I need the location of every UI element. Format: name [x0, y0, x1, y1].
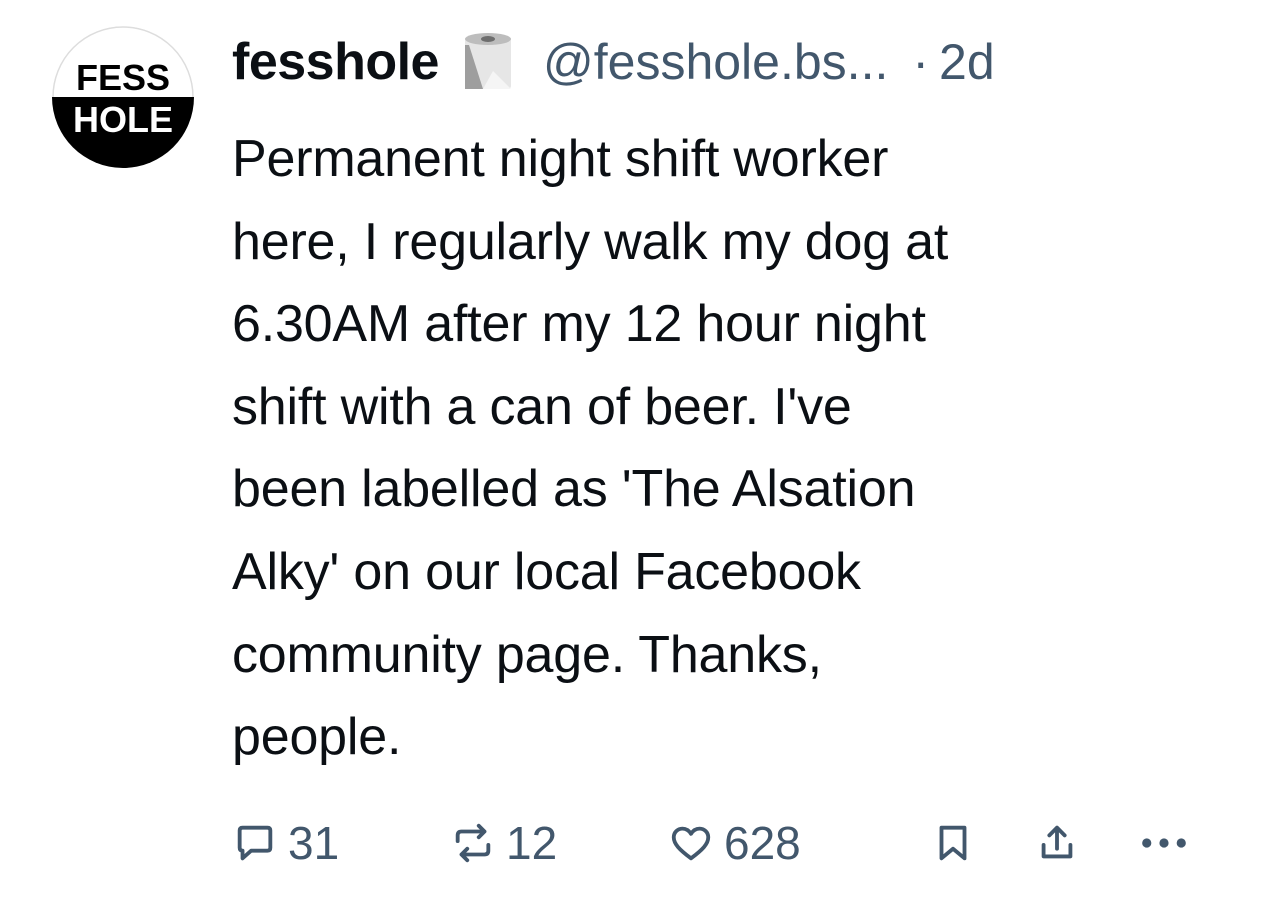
share-button[interactable]: [1034, 808, 1080, 878]
post-text-line: Permanent night shift worker: [232, 130, 889, 188]
display-name[interactable]: fesshole: [232, 32, 439, 92]
action-bar: 31 12 628: [232, 808, 1212, 878]
post-card: FESS HOLE fesshole @fesshole.bs... · 2d …: [0, 0, 1263, 914]
avatar-logo: FESS HOLE: [52, 26, 194, 168]
repost-button[interactable]: 12: [450, 808, 557, 878]
reply-icon: [237, 825, 273, 861]
share-icon: [1041, 825, 1073, 859]
handle[interactable]: @fesshole.bs...: [543, 33, 888, 91]
toilet-paper-icon: [459, 31, 519, 93]
more-options-button[interactable]: [1136, 808, 1192, 878]
timestamp[interactable]: 2d: [939, 33, 995, 91]
bookmark-button[interactable]: [930, 808, 976, 878]
post-text: Permanent night shift worker here, I reg…: [232, 118, 1212, 779]
like-count: 628: [724, 817, 801, 869]
reply-button[interactable]: 31: [232, 808, 339, 878]
bookmark-icon: [939, 825, 967, 861]
post-text-line: here, I regularly walk my dog at: [232, 212, 949, 271]
post-text-line: been labelled as 'The Alsation: [232, 460, 916, 519]
like-icon: [671, 826, 711, 861]
like-button[interactable]: 628: [668, 808, 801, 878]
post-text-line: people.: [232, 708, 402, 767]
post-text-line: 6.30AM after my 12 hour night: [232, 295, 926, 354]
repost-count: 12: [506, 817, 558, 869]
post-header: fesshole @fesshole.bs... · 2d: [232, 26, 995, 98]
separator-dot: ·: [912, 34, 930, 90]
post-text-line: community page. Thanks,: [232, 625, 822, 684]
more-icon: [1142, 838, 1186, 848]
reply-count: 31: [288, 817, 340, 869]
post-text-line: shift with a can of beer. I've: [232, 377, 852, 436]
avatar-text-top: FESS: [76, 57, 170, 98]
repost-icon: [455, 823, 491, 863]
post-text-line: Alky' on our local Facebook: [232, 542, 861, 601]
avatar-text-bottom: HOLE: [73, 99, 173, 140]
avatar[interactable]: FESS HOLE: [52, 26, 194, 168]
